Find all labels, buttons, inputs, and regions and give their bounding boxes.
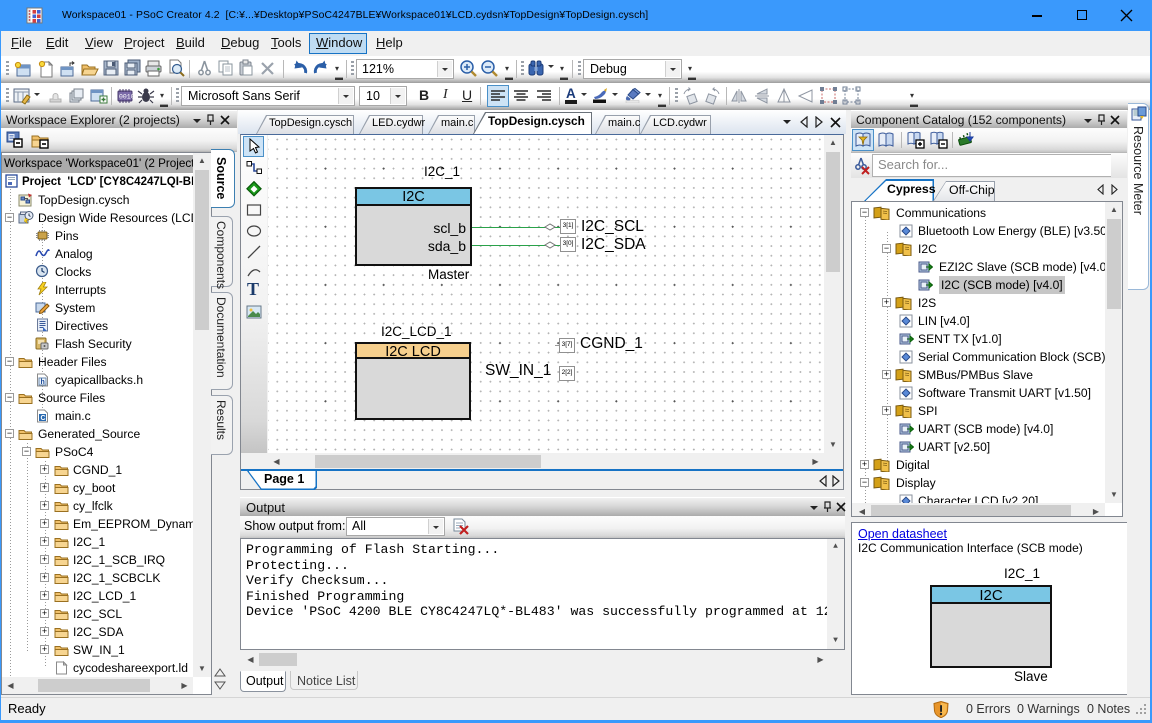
svg-text:h: h [41,379,45,386]
svg-text:0010: 0010 [119,94,135,101]
svg-text:C: C [41,415,46,422]
